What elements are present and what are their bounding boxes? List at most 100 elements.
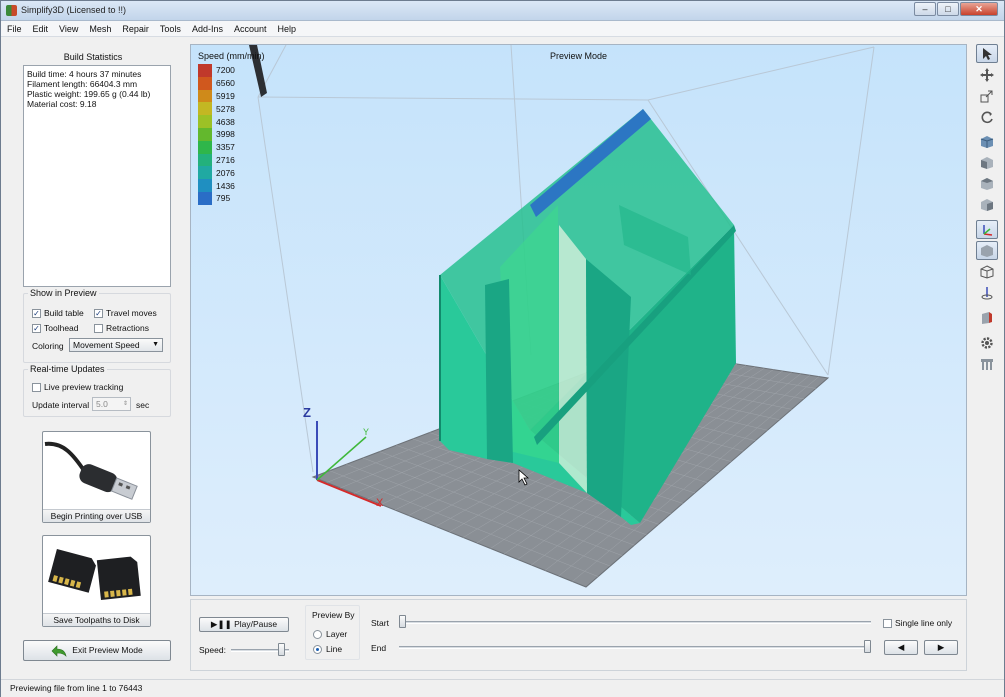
legend-row: 2716	[198, 153, 235, 167]
start-slider-thumb[interactable]	[399, 615, 406, 628]
maximize-button[interactable]: □	[937, 2, 959, 16]
menu-repair[interactable]: Repair	[122, 24, 149, 34]
legend-value: 5919	[216, 90, 235, 101]
menu-bar: File Edit View Mesh Repair Tools Add-Ins…	[1, 21, 1004, 37]
single-line-only-checkbox[interactable]: Single line only	[883, 618, 952, 628]
view-front-icon[interactable]	[976, 153, 998, 172]
legend-row: 5278	[198, 102, 235, 116]
end-slider-track[interactable]	[399, 646, 871, 649]
arrow-right-icon: ▶	[937, 642, 945, 652]
section-icon[interactable]	[976, 308, 998, 327]
retractions-checkbox[interactable]: Retractions	[94, 323, 149, 333]
legend-swatch	[198, 153, 212, 167]
usb-cable-icon	[44, 441, 138, 500]
legend-swatch	[198, 76, 212, 90]
view-side-icon[interactable]	[976, 195, 998, 214]
close-button[interactable]: ✕	[960, 2, 998, 16]
stat-build-time: Build time: 4 hours 37 minutes	[27, 69, 142, 79]
legend-swatch	[198, 191, 212, 205]
toolhead-checkbox[interactable]: ✓ Toolhead	[32, 323, 79, 333]
layer-radio[interactable]: Layer	[313, 629, 347, 639]
legend-row: 7200	[198, 64, 235, 77]
scale-icon[interactable]	[976, 86, 998, 105]
app-logo-icon	[6, 5, 17, 16]
axes-icon[interactable]	[976, 220, 998, 239]
save-toolpaths-disk-button[interactable]: Save Toolpaths to Disk	[42, 535, 151, 627]
speed-legend: 7200 6560 5919 5278 4638 3998 3357 2716 2076 1436…	[198, 64, 235, 205]
view-iso-icon[interactable]	[976, 132, 998, 151]
menu-file[interactable]: File	[7, 24, 22, 34]
back-arrow-icon	[51, 644, 67, 657]
realtime-updates-label: Real-time Updates	[28, 364, 107, 374]
3d-preview-viewport[interactable]: Preview Mode Speed (mm/min) 7200 6560 5919…	[190, 44, 967, 596]
legend-row: 4638	[198, 115, 235, 128]
sd-card-icon	[48, 548, 141, 600]
sd-button-label: Save Toolpaths to Disk	[43, 613, 150, 626]
chevron-down-icon: ▼	[152, 341, 159, 348]
live-preview-tracking-checkbox[interactable]: Live preview tracking	[32, 382, 123, 392]
exit-preview-mode-button[interactable]: Exit Preview Mode	[23, 640, 171, 661]
menu-add-ins[interactable]: Add-Ins	[192, 24, 223, 34]
show-in-preview-group: Show in Preview ✓ Build table ✓ Travel mov…	[23, 288, 171, 363]
wireframe-icon[interactable]	[976, 262, 998, 281]
app-window: Simplify3D (Licensed to !!) – □ ✕ File E…	[0, 0, 1005, 697]
start-slider-track[interactable]	[399, 621, 871, 624]
legend-row: 6560	[198, 76, 235, 90]
legend-swatch	[198, 166, 212, 180]
legend-row: 2076	[198, 166, 235, 180]
legend-value: 5278	[216, 103, 235, 114]
legend-value: 2076	[216, 167, 235, 178]
legend-row: 3998	[198, 127, 235, 141]
previous-line-button[interactable]: ◀	[884, 640, 918, 655]
speed-label: Speed:	[199, 645, 226, 655]
end-slider-thumb[interactable]	[864, 640, 871, 653]
legend-value: 3357	[216, 142, 235, 153]
axis-y-label: Y	[363, 427, 370, 437]
begin-printing-usb-button[interactable]: Begin Printing over USB	[42, 431, 151, 523]
build-table-checkbox[interactable]: ✓ Build table	[32, 308, 84, 318]
travel-moves-checkbox[interactable]: ✓ Travel moves	[94, 308, 157, 318]
left-panel: Build Statistics Build time: 4 hours 37 …	[9, 43, 177, 671]
legend-row: 5919	[198, 89, 235, 103]
menu-mesh[interactable]: Mesh	[89, 24, 111, 34]
realtime-updates-group: Real-time Updates Live preview tracking …	[23, 364, 171, 417]
move-icon[interactable]	[976, 65, 998, 84]
speed-slider-thumb[interactable]	[277, 643, 285, 656]
legend-value: 1436	[216, 180, 235, 191]
menu-view[interactable]: View	[59, 24, 78, 34]
coloring-select[interactable]: Movement Speed ▼	[69, 338, 163, 352]
legend-value: 3998	[216, 129, 235, 140]
solid-view-icon[interactable]	[976, 241, 998, 260]
build-statistics-box: Build time: 4 hours 37 minutes Filament …	[23, 65, 171, 287]
play-pause-button[interactable]: ▶❚❚ Play/Pause	[199, 617, 289, 632]
menu-tools[interactable]: Tools	[160, 24, 181, 34]
center-axis-icon[interactable]	[976, 283, 998, 302]
legend-swatch	[198, 115, 212, 128]
view-top-icon[interactable]	[976, 174, 998, 193]
select-icon[interactable]	[976, 44, 998, 63]
window-title: Simplify3D (Licensed to !!)	[21, 5, 127, 15]
settings-icon[interactable]	[976, 333, 998, 352]
axis-x-label: X	[376, 497, 384, 509]
next-line-button[interactable]: ▶	[924, 640, 958, 655]
start-label: Start	[371, 618, 389, 628]
legend-value: 6560	[216, 78, 235, 89]
line-radio[interactable]: Line	[313, 644, 342, 654]
legend-swatch	[198, 89, 212, 103]
build-statistics-title: Build Statistics	[63, 52, 123, 62]
menu-edit[interactable]: Edit	[33, 24, 49, 34]
stat-filament-length: Filament length: 66404.3 mm	[27, 79, 138, 89]
minimize-button[interactable]: –	[914, 2, 936, 16]
scene	[249, 45, 875, 588]
update-interval-input[interactable]: 5.0 ⇕	[92, 397, 131, 411]
axis-z-label: Z	[303, 405, 311, 420]
legend-swatch	[198, 179, 212, 192]
preview-by-group: Preview By Layer Line	[305, 605, 360, 660]
menu-help[interactable]: Help	[278, 24, 297, 34]
play-pause-icon: ▶❚❚	[210, 619, 235, 629]
supports-icon[interactable]	[976, 354, 998, 373]
rotate-icon[interactable]	[976, 107, 998, 126]
menu-account[interactable]: Account	[234, 24, 267, 34]
stat-material-cost: Material cost: 9.18	[27, 99, 97, 109]
legend-row: 795	[198, 191, 235, 205]
